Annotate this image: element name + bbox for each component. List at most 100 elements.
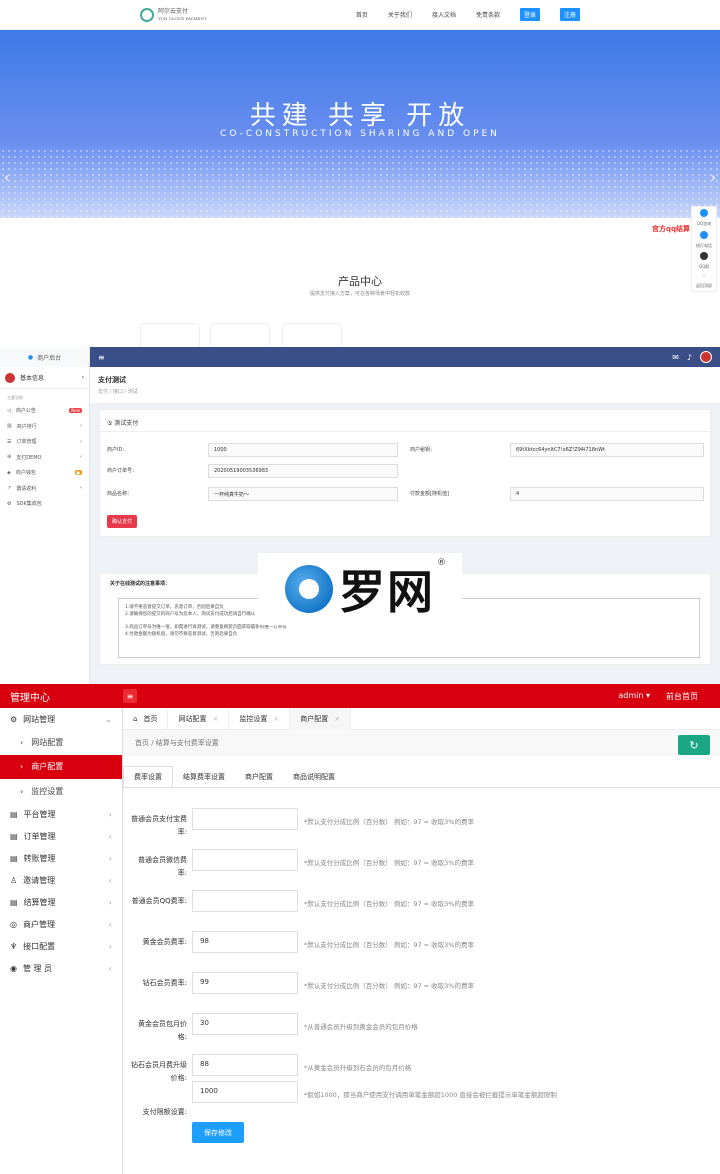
gold-monthly-input[interactable]: 30 <box>192 1013 298 1035</box>
next-arrow-icon[interactable]: › <box>710 170 716 186</box>
key-field[interactable]: 69tXktcc64ynltC7!x6Z!Z94i718nWt <box>510 443 704 457</box>
sidebar-item-site[interactable]: ⚙ 网站管理 ⌄ <box>0 708 122 730</box>
tab-site-config[interactable]: 网站配置 × <box>168 707 230 730</box>
pay-limit-input[interactable]: 1000 <box>192 1081 298 1103</box>
product-card[interactable] <box>140 323 200 347</box>
close-icon[interactable]: × <box>212 715 218 723</box>
chevron-left-icon: ‹ <box>108 942 112 951</box>
gold-rate-input[interactable]: 98 <box>192 931 298 953</box>
sidebar-item-notice[interactable]: ◁ 商户公告 New <box>0 403 89 419</box>
sidebar-item-platform[interactable]: ▤ 平台管理 ‹ <box>0 804 122 826</box>
chevron-right-icon: › <box>81 374 84 381</box>
sidebar-label: 支付DEMO <box>16 454 42 461</box>
brand-icon: ● <box>27 353 34 361</box>
sidebar-item-orders[interactable]: ☰ 订单管理 ‹ <box>0 434 89 450</box>
product-name-field[interactable]: 一杯纯真牛奶～ <box>208 487 398 501</box>
user-info[interactable]: 基本信息 › <box>0 367 89 389</box>
nav-home[interactable]: 首页 <box>356 10 368 19</box>
page-tabs: ⌂ 首页 网站配置 × 监控设置 × 商户配置 × <box>123 707 720 730</box>
admin-username: admin <box>618 690 644 700</box>
tab-label: 监控设置 <box>239 714 268 723</box>
register-button[interactable]: 注册 <box>559 8 580 21</box>
chevron-right-icon: › <box>20 737 24 747</box>
registered-mark: ® <box>437 558 446 568</box>
speaker-icon: ◁ <box>7 407 11 414</box>
sidebar-item-api[interactable]: ♆ 接口配置 ‹ <box>0 936 122 958</box>
close-icon[interactable]: × <box>334 715 340 723</box>
nav-about[interactable]: 关于我们 <box>388 10 412 19</box>
sidebar-item-settle[interactable]: ▤ 结算管理 ‹ <box>0 892 122 914</box>
tab-settle-rates[interactable]: 结算费率设置 <box>173 766 235 787</box>
tab-home[interactable]: ⌂ 首页 <box>123 707 169 730</box>
save-button[interactable]: 保存修改 <box>192 1122 244 1143</box>
key-label: 商户秘钥： <box>410 447 436 453</box>
refresh-icon[interactable]: ↻ <box>678 735 710 755</box>
merchant-brand: ● 商户后台 <box>0 347 89 367</box>
confirm-pay-button[interactable]: 确认支付 <box>107 515 138 528</box>
qq-group-icon[interactable] <box>700 252 708 261</box>
form-label: 钻石会员费率: <box>142 979 187 987</box>
qq-icon[interactable] <box>700 208 708 217</box>
qq-settle-text[interactable]: 官方qq结算 <box>652 224 690 234</box>
sidebar-item-sdk[interactable]: ⚙ SDK集成包 <box>0 496 89 512</box>
sidebar-item-admins[interactable]: ◉ 管 理 员 ‹ <box>0 958 122 980</box>
alipay-rate-input[interactable] <box>192 808 298 830</box>
login-button[interactable]: 登录 <box>519 8 540 21</box>
sidebar-label: 邀请管理 <box>23 876 56 885</box>
sidebar-sub-site-config[interactable]: › 网站配置 <box>0 730 122 755</box>
platform-icon: ▤ <box>10 810 18 819</box>
product-card[interactable] <box>210 323 270 347</box>
avatar[interactable] <box>700 351 712 363</box>
amount-field[interactable]: 4 <box>510 487 704 501</box>
tab-merchant[interactable]: 商户配置 <box>235 766 283 787</box>
sidebar-sub-merchant-config[interactable]: › 商户配置 <box>0 754 122 779</box>
nav-docs[interactable]: 接入文档 <box>432 10 456 19</box>
form-tip: *默认支付分成比例（百分数） 例如：97 = 收取3%的费率 <box>304 818 474 826</box>
merchant-icon: ◎ <box>10 920 17 929</box>
chevron-left-icon: ‹ <box>108 920 112 929</box>
site-logo[interactable]: 阿尔云支付 YUN CLOUD PAYMENT <box>140 7 207 22</box>
sidebar-item-orders[interactable]: ▤ 订单管理 ‹ <box>0 826 122 848</box>
qq-rate-input[interactable] <box>192 890 298 912</box>
close-icon[interactable]: × <box>273 715 279 723</box>
watermark-text: 罗网 <box>339 565 435 619</box>
pid-field[interactable]: 1000 <box>208 443 398 457</box>
sidebar-label: 监控设置 <box>31 786 64 796</box>
chevron-right-icon: › <box>20 786 24 796</box>
product-card[interactable] <box>282 323 342 347</box>
order-field[interactable]: 20200519003536983 <box>208 464 398 478</box>
sidebar-item-wallet[interactable]: ◈ 商户钱包 ● <box>0 465 89 481</box>
float-qq[interactable]: QQ咨询 <box>697 221 711 227</box>
admin-sidebar: ⚙ 网站管理 ⌄ › 网站配置 › 商户配置 › 监控设置 ▤ 平台管理 ‹ ▤ 订单管理 ‹ ▤… <box>0 708 123 1174</box>
front-home-link[interactable]: 前台首页 <box>666 691 698 702</box>
sidebar-item-transfer[interactable]: ▤ 转账管理 ‹ <box>0 848 122 870</box>
tab-monitor[interactable]: 监控设置 × <box>229 707 291 730</box>
nav-disclaimer[interactable]: 免责条款 <box>476 10 500 19</box>
sidebar-item-merchants[interactable]: ◎ 商户管理 ‹ <box>0 914 122 936</box>
sidebar-sub-monitor[interactable]: › 监控设置 <box>0 779 122 804</box>
diamond-rate-input[interactable]: 99 <box>192 972 298 994</box>
sidebar-item-rank[interactable]: ▥ 商户排行 ‹ <box>0 419 89 435</box>
tab-product-desc[interactable]: 商品说明配置 <box>283 766 345 787</box>
float-qqgroup[interactable]: QQ群 <box>699 264 709 270</box>
merchant-panel: ● 商户后台 基本信息 › 主要导航 ◁ 商户公告 New ▥ 商户排行 ‹ ☰ 订单管理… <box>0 347 720 684</box>
phone-icon[interactable] <box>700 230 708 239</box>
float-phone[interactable]: 拨打电话 <box>696 243 712 249</box>
bell-icon[interactable]: ♪ <box>687 353 692 362</box>
tab-merchant-config[interactable]: 商户配置 × <box>290 707 352 730</box>
mail-icon[interactable]: ✉ <box>672 353 679 362</box>
wechat-rate-input[interactable] <box>192 849 298 871</box>
diamond-upgrade-input[interactable]: 88 <box>192 1054 298 1076</box>
prev-arrow-icon[interactable]: ‹ <box>4 170 10 186</box>
banner-title: 共建 共享 开放 <box>249 101 471 131</box>
tab-rates[interactable]: 费率设置 <box>123 766 173 787</box>
sidebar-item-demo[interactable]: ⊕ 支付DEMO ‹ <box>0 450 89 466</box>
site-panel: 阿尔云支付 YUN CLOUD PAYMENT 首页 关于我们 接入文档 免责条… <box>0 0 720 347</box>
notice-line: 4.付款金额为随机值，请勿不要恶意测试，否则后果自负 <box>125 632 238 637</box>
sidebar-item-invite[interactable]: ♙ 邀请管理 ‹ <box>0 870 122 892</box>
admin-user[interactable]: admin ▾ <box>618 691 650 702</box>
menu-toggle-icon[interactable]: ≡ <box>98 353 105 362</box>
menu-toggle-icon[interactable]: ≡ <box>123 689 137 703</box>
sidebar-item-invite[interactable]: ↗ 邀请返利 ‹ <box>0 481 89 497</box>
invite-icon: ↗ <box>7 485 12 492</box>
